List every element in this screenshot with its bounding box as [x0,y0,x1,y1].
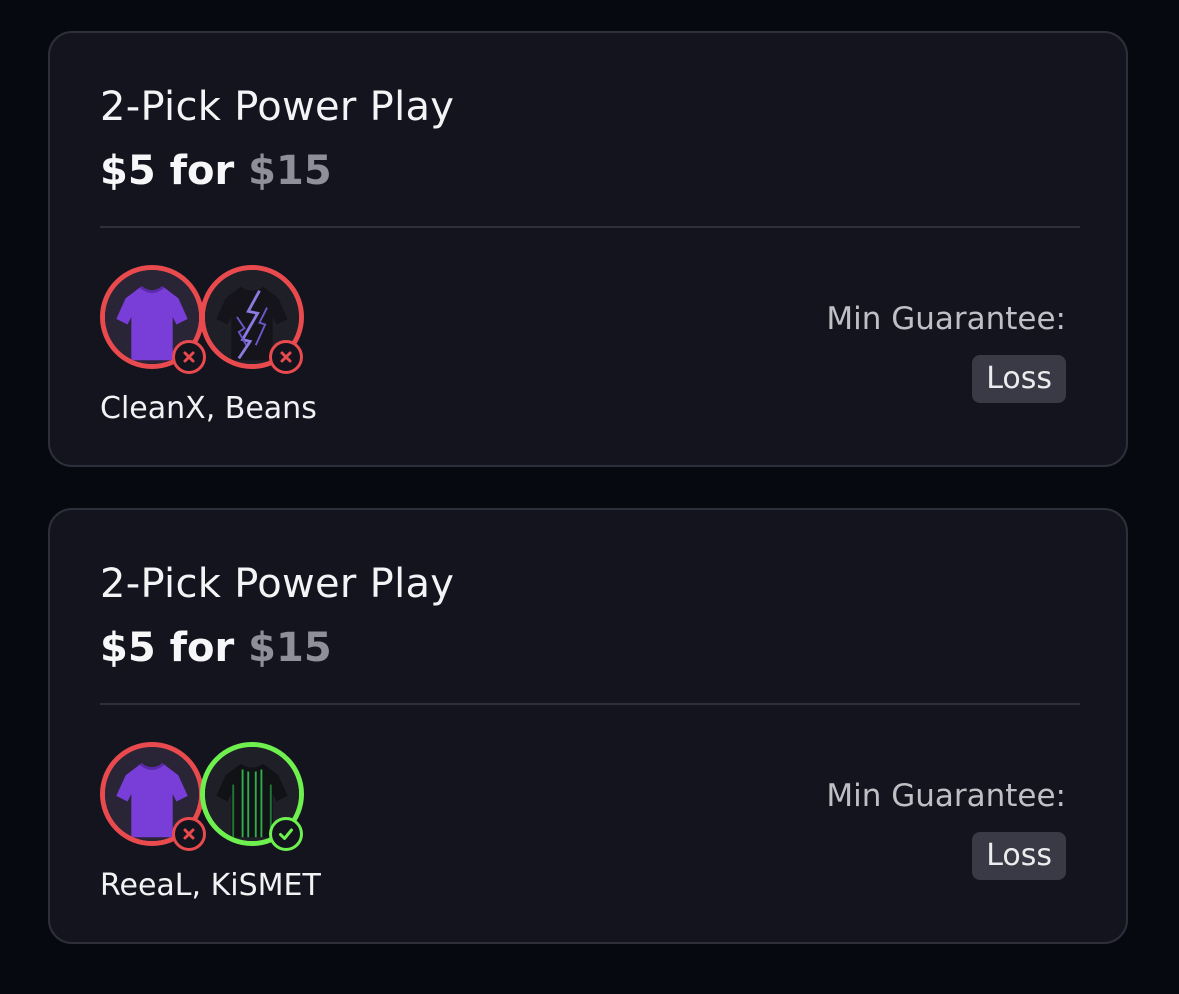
min-guarantee-label: Min Guarantee: [826,778,1066,814]
entry-amount: $5 [100,625,156,671]
entry-amount: $5 [100,148,156,194]
x-icon [172,817,206,851]
check-icon [269,817,303,851]
x-icon [172,340,206,374]
price-for-word: for [169,148,235,194]
card-title: 2-Pick Power Play [100,561,455,607]
card-title: 2-Pick Power Play [100,84,455,130]
payout-amount: $15 [248,625,332,671]
divider [100,703,1080,705]
status-badge: Loss [972,355,1066,403]
status-badge: Loss [972,832,1066,880]
players-names: ReeaL, KiSMET [100,868,321,903]
entry-card[interactable]: 2-Pick Power Play $5 for $15 CleanX, Bea… [48,31,1128,467]
min-guarantee-label: Min Guarantee: [826,301,1066,337]
price-for-word: for [169,625,235,671]
divider [100,226,1080,228]
card-price: $5 for $15 [100,624,332,672]
x-icon [269,340,303,374]
payout-amount: $15 [248,148,332,194]
players-names: CleanX, Beans [100,391,317,426]
card-price: $5 for $15 [100,147,332,195]
entry-card[interactable]: 2-Pick Power Play $5 for $15 ReeaL, KiSM… [48,508,1128,944]
